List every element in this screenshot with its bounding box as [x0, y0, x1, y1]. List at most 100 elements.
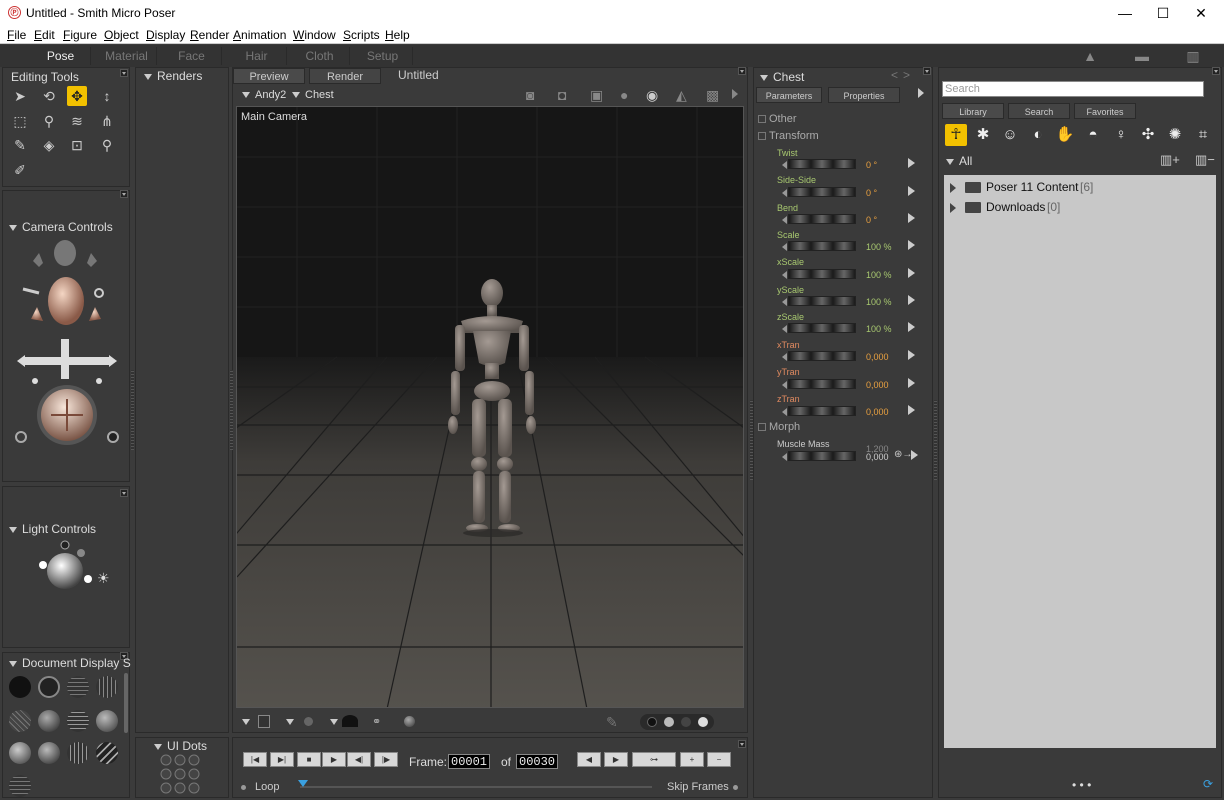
add-to-library-icon[interactable]: ▥+	[1160, 152, 1180, 168]
scenes-category-icon[interactable]: ⌗	[1192, 124, 1214, 146]
notifications-icon[interactable]: ▲	[1080, 48, 1100, 64]
flat-shaded-display-icon[interactable]	[38, 710, 60, 732]
ui-dots-grid[interactable]	[160, 754, 204, 796]
morphing-tool-icon[interactable]: ⚲	[97, 135, 117, 155]
library-tab-favorites[interactable]: Favorites	[1074, 103, 1136, 119]
style-dot-mid[interactable]	[681, 717, 691, 727]
param-xtran-dial[interactable]	[782, 351, 856, 361]
element-style-icon[interactable]	[9, 775, 31, 797]
expressions-category-icon[interactable]: ☺	[999, 124, 1021, 146]
tab-properties[interactable]: Properties	[828, 87, 900, 103]
panel-resize-grip-library[interactable]	[934, 400, 937, 480]
shadow-dropdown-icon[interactable]	[286, 719, 294, 725]
next-keyframe-button[interactable]: ▶	[604, 752, 628, 767]
param-xscale-dial[interactable]	[782, 269, 856, 279]
animation-controls-menu-icon[interactable]	[738, 740, 746, 748]
param-twist-menu-icon[interactable]	[908, 158, 915, 168]
figures-category-icon[interactable]: ☥	[945, 124, 967, 146]
light-controls-collapse-icon[interactable]	[9, 526, 17, 533]
room-tab-hair[interactable]: Hair	[227, 47, 287, 65]
shadow-color-icon[interactable]	[304, 717, 313, 726]
param-xtran-menu-icon[interactable]	[908, 350, 915, 360]
previous-keyframe-button[interactable]: ◀	[577, 752, 601, 767]
library-menu-icon[interactable]	[1212, 67, 1220, 75]
room-tab-setup[interactable]: Setup	[353, 47, 413, 65]
param-yscale-dial[interactable]	[782, 296, 856, 306]
document-display-scrollbar[interactable]	[124, 673, 128, 733]
area-render-icon[interactable]: ▣	[590, 87, 610, 104]
param-side-side-menu-icon[interactable]	[908, 186, 915, 196]
library-filter[interactable]: All	[946, 154, 972, 168]
translate-tool-icon[interactable]: ✥	[67, 86, 87, 106]
translate-in-out-tool-icon[interactable]: ↕	[97, 86, 117, 106]
direct-manipulation-icon[interactable]: ✐	[10, 160, 30, 180]
timeline-scrubber[interactable]	[298, 780, 308, 787]
menu-help[interactable]: Help	[385, 28, 410, 42]
background-color-icon[interactable]	[258, 715, 270, 728]
param-zscale-value[interactable]: 100 %	[866, 324, 892, 334]
scale-tool-icon[interactable]: ⬚	[10, 111, 30, 131]
room-tab-pose[interactable]: Pose	[31, 47, 91, 65]
twist-tool-icon[interactable]: ⚲	[39, 111, 59, 131]
silhouette-display-icon[interactable]	[9, 676, 31, 698]
chat-icon[interactable]: ▬	[1132, 48, 1152, 64]
param-side-side-value[interactable]: 0 °	[866, 188, 877, 198]
grouping-tool-icon[interactable]: ◈	[39, 135, 59, 155]
document-window-menu-icon[interactable]	[738, 67, 746, 75]
camera-controls-widget[interactable]	[9, 239, 125, 449]
param-ytran-dial[interactable]	[782, 379, 856, 389]
editing-tools-menu-icon[interactable]	[120, 69, 128, 77]
next-frame-button[interactable]: |▶	[374, 752, 398, 767]
comic-book-mode-icon[interactable]: ●	[620, 87, 640, 103]
remove-from-library-icon[interactable]: ▥−	[1195, 152, 1215, 168]
current-frame-input[interactable]: 00001	[448, 754, 491, 769]
minimize-button[interactable]: —	[1106, 0, 1144, 26]
camera-label[interactable]: Main Camera	[241, 111, 307, 123]
texture-shaded-display-icon[interactable]	[38, 742, 60, 764]
select-tool-icon[interactable]: ➤	[10, 86, 30, 106]
param-xscale-menu-icon[interactable]	[908, 268, 915, 278]
skip-frames-toggle[interactable]	[733, 785, 738, 790]
go-to-end-button[interactable]: ▶|	[270, 752, 294, 767]
smooth-shaded-display-icon[interactable]	[9, 742, 31, 764]
library-tab-library[interactable]: Library	[942, 103, 1004, 119]
room-tab-face[interactable]: Face	[162, 47, 222, 65]
param-bend-menu-icon[interactable]	[908, 213, 915, 223]
group-transform[interactable]: Transform	[758, 130, 819, 142]
sketch-display-icon[interactable]	[96, 742, 118, 764]
style-dot-light[interactable]	[664, 717, 674, 727]
group-other[interactable]: Other	[758, 113, 797, 125]
parameters-menu-icon[interactable]	[923, 67, 931, 75]
camera-snapshot-icon[interactable]: ◙	[526, 87, 546, 103]
rotate-tool-icon[interactable]: ⟲	[39, 86, 59, 106]
menu-animation[interactable]: Animation	[233, 28, 286, 42]
timeline-track[interactable]	[300, 786, 652, 788]
list-item[interactable]: Poser 11 Content [6]	[950, 180, 1210, 196]
add-keyframe-button[interactable]: +	[680, 752, 704, 767]
background-dropdown-icon[interactable]	[242, 719, 250, 725]
delete-keyframe-button[interactable]: −	[707, 752, 731, 767]
menu-window[interactable]: Window	[293, 28, 336, 42]
hair-category-icon[interactable]: ◐	[1027, 124, 1049, 146]
poses-category-icon[interactable]: ✱	[972, 124, 994, 146]
param-scale-value[interactable]: 100 %	[866, 242, 892, 252]
hidden-line-display-icon[interactable]	[96, 676, 118, 698]
parameters-options-icon[interactable]	[918, 88, 924, 98]
outline-display-icon[interactable]	[38, 676, 60, 698]
camera-controls-collapse-icon[interactable]	[9, 224, 17, 231]
expand-arrow-icon[interactable]	[950, 203, 956, 213]
param-scale-menu-icon[interactable]	[908, 240, 915, 250]
list-item[interactable]: Downloads [0]	[950, 200, 1210, 216]
document-display-collapse-icon[interactable]	[9, 660, 17, 667]
stop-button[interactable]: ■	[297, 752, 321, 767]
menu-file[interactable]: File	[7, 28, 26, 42]
param-xtran-value[interactable]: 0,000	[866, 352, 889, 362]
next-actor-icon[interactable]: >	[903, 68, 910, 82]
menu-object[interactable]: Object	[104, 28, 139, 42]
morph-dependency-icon[interactable]: ⊛→	[894, 449, 912, 460]
menu-scripts[interactable]: Scripts	[343, 28, 380, 42]
edit-keyframes-button[interactable]: ⊶	[632, 752, 676, 767]
renders-collapse-icon[interactable]	[144, 73, 152, 80]
viewport-toolbar-more-icon[interactable]	[732, 89, 738, 99]
tab-parameters[interactable]: Parameters	[756, 87, 822, 103]
